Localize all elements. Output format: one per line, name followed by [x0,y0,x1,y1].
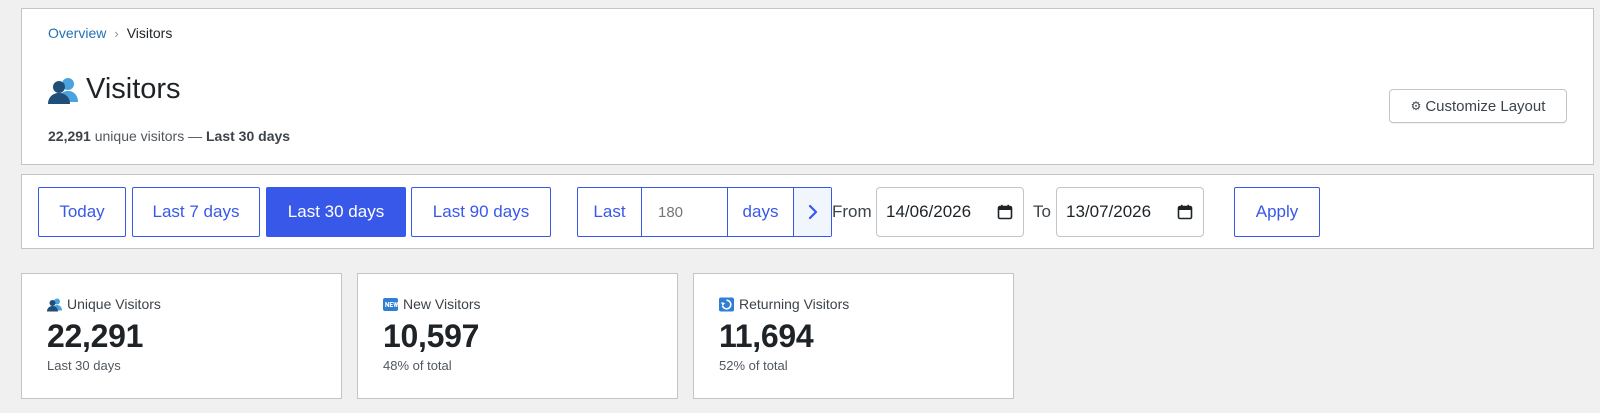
range-last-90-days-button[interactable]: Last 90 days [411,187,551,237]
stat-sub: 48% of total [383,358,452,373]
visitors-icon [48,75,78,105]
custom-range-unit: days [728,188,794,236]
customize-layout-label: Customize Layout [1425,97,1546,115]
custom-range-prefix: Last [578,188,642,236]
custom-range-group: Last days [577,187,832,237]
date-filter-bar: Today Last 7 days Last 30 days Last 90 d… [21,174,1594,249]
calendar-icon[interactable] [997,204,1013,220]
stat-sub: 52% of total [719,358,788,373]
stat-label: Unique Visitors [47,296,161,312]
breadcrumb-current: Visitors [126,25,173,41]
stat-value: 10,597 [383,318,480,354]
from-label: From [832,202,872,221]
stat-value: 22,291 [47,318,144,354]
stat-label: New Visitors [383,296,481,312]
to-label: To [1033,202,1051,221]
customize-layout-button[interactable]: ⚙ Customize Layout [1389,89,1567,123]
chevron-right-icon [808,204,817,220]
from-date-input[interactable]: 14/06/2026 [876,187,1024,237]
stat-label-text: Returning Visitors [739,296,850,312]
apply-button[interactable]: Apply [1234,187,1320,237]
stat-card-returning-visitors: Returning Visitors 11,694 52% of total [693,273,1014,399]
page-title: Visitors [48,73,181,106]
stat-card-unique-visitors: Unique Visitors 22,291 Last 30 days [21,273,342,399]
stat-value: 11,694 [719,318,814,354]
range-last-30-days-button[interactable]: Last 30 days [266,187,406,237]
from-date-value: 14/06/2026 [886,202,972,221]
to-date-value: 13/07/2026 [1066,202,1152,221]
subtitle-period: Last 30 days [206,128,291,144]
page-header: Overview › Visitors Visitors 22,291 uniq… [21,8,1594,165]
stat-label-text: Unique Visitors [67,296,161,312]
page-subtitle: 22,291 unique visitors — Last 30 days [48,128,290,144]
subtitle-text: unique visitors — [94,128,203,144]
breadcrumb-overview-link[interactable]: Overview [48,25,106,41]
custom-days-input[interactable] [642,188,728,236]
range-last-7-days-button[interactable]: Last 7 days [132,187,260,237]
stat-card-new-visitors: New Visitors 10,597 48% of total [357,273,678,399]
range-today-button[interactable]: Today [38,187,126,237]
returning-icon [719,297,734,312]
gear-icon: ⚙ [1410,99,1422,113]
stat-sub: Last 30 days [47,358,121,373]
page-title-text: Visitors [86,73,181,105]
calendar-icon[interactable] [1177,204,1193,220]
new-badge-icon [383,297,398,312]
visitors-icon [47,297,62,312]
stat-label-text: New Visitors [403,296,481,312]
to-date-input[interactable]: 13/07/2026 [1056,187,1204,237]
breadcrumb-separator: › [114,25,119,41]
unique-visitors-count: 22,291 [48,128,91,144]
custom-range-go-button[interactable] [794,188,831,236]
stat-label: Returning Visitors [719,296,849,312]
breadcrumb: Overview › Visitors [48,25,172,41]
